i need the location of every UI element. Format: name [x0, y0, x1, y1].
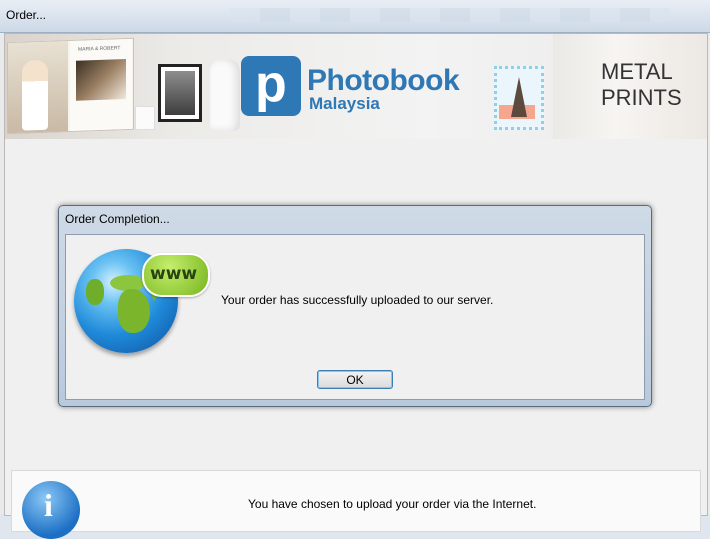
dialog-title: Order Completion...	[65, 212, 170, 226]
order-completion-dialog: Order Completion... www Your order has s…	[58, 205, 652, 407]
promo-line-2: PRINTS	[601, 85, 682, 110]
window-title: Order...	[6, 8, 47, 22]
dialog-body: www Your order has successfully uploaded…	[65, 234, 645, 400]
info-panel: i You have chosen to upload your order v…	[11, 470, 701, 539]
info-icon: i	[22, 481, 80, 539]
photobook-logo-icon: p	[241, 55, 301, 116]
brand-name: Photobook	[307, 64, 460, 97]
titlebar-ghost	[230, 8, 670, 22]
promo-text: METAL PRINTS	[601, 59, 682, 111]
promo-line-1: METAL	[601, 59, 673, 84]
www-speech-bubble-icon: www	[142, 253, 210, 297]
www-label: www	[150, 264, 198, 284]
photo-album-image: MARIA & ROBERT	[7, 37, 134, 135]
promo-banner: MARIA & ROBERT p Photobook Malaysia META…	[5, 34, 707, 139]
title-bar: Order...	[0, 0, 710, 33]
dialog-message: Your order has successfully uploaded to …	[221, 293, 494, 307]
eiffel-stamp-image	[494, 66, 544, 130]
brand-sub: Malaysia	[309, 94, 380, 113]
order-window: Order... MARIA & ROBERT p Photobook Mala…	[0, 0, 710, 539]
vase-image	[210, 59, 240, 131]
ok-button[interactable]: OK	[317, 370, 393, 389]
info-text: You have chosen to upload your order via…	[248, 497, 537, 511]
logo-letter: p	[255, 55, 287, 113]
decor-box	[135, 106, 155, 130]
framed-photo-image	[158, 64, 202, 122]
